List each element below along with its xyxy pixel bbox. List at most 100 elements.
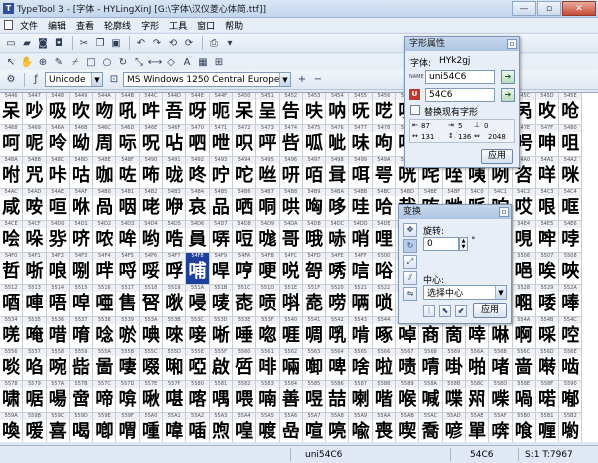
glyph-cell[interactable]: 5537 唷 [69, 317, 94, 349]
glyph-cell[interactable]: 557D 啽 [116, 381, 140, 413]
panel-title-bar[interactable]: 字形属性 ▫ [405, 37, 519, 51]
glyph-cell[interactable]: 553D 唽 [209, 317, 233, 349]
cut-icon[interactable]: ✂ [77, 36, 91, 50]
glyph-cell[interactable]: 54F1 哳 [23, 253, 47, 285]
glyph-cell[interactable]: 558B 喋 [442, 381, 466, 413]
glyph-cell[interactable]: 551E 唞 [279, 285, 303, 317]
glyph-cell[interactable]: 557A 啺 [46, 381, 70, 413]
rectangle-tool-icon[interactable]: □ [84, 55, 98, 69]
glyph-cell[interactable]: 54B1 咽 [116, 189, 140, 221]
glyph-cell[interactable]: 556C 啬 [512, 349, 536, 381]
glyph-cell[interactable]: 559F 喟 [116, 413, 140, 442]
glyph-cell[interactable]: 5589 喉 [396, 381, 420, 413]
rotate-angle-field[interactable]: 0 [423, 237, 459, 251]
glyph-cell[interactable]: 54F2 哴 [46, 253, 70, 285]
glyph-cell[interactable]: 5586 喆 [326, 381, 350, 413]
glyph-cell[interactable]: 54B2 咾 [139, 189, 164, 221]
glyph-cell[interactable]: 5540 啀 [279, 317, 303, 349]
glyph-cell[interactable]: 5450 呆 [232, 93, 257, 125]
zoom-out-icon[interactable]: − [311, 73, 325, 87]
paste-icon[interactable]: ▣ [109, 36, 123, 50]
menu-outline[interactable]: 轮廓线 [99, 19, 136, 32]
glyph-cell[interactable]: 5528 唨 [512, 285, 536, 317]
glyph-cell[interactable]: 5562 啢 [279, 349, 303, 381]
glyph-cell[interactable]: 54AE 咺 [46, 189, 70, 221]
glyph-name-field[interactable]: uni54C6 [425, 70, 495, 84]
glyph-cell[interactable]: 5565 啥 [349, 349, 373, 381]
mirror-transform-icon[interactable]: ⇋ [403, 287, 417, 301]
glyph-cell[interactable]: 55AB 喫 [396, 413, 420, 442]
glyph-cell[interactable]: 555C 啜 [139, 349, 164, 381]
glyph-cell[interactable]: 54B3 咿 [163, 189, 187, 221]
glyph-cell[interactable]: 54E5 哰 [535, 221, 560, 253]
glyph-cell[interactable]: 544E 呀 [186, 93, 210, 125]
menu-file[interactable]: 文件 [15, 19, 43, 32]
glyph-cell[interactable]: 55A8 喨 [326, 413, 350, 442]
glyph-cell[interactable]: 55AC 喬 [419, 413, 443, 442]
glyph-cell[interactable]: 551B 唛 [209, 285, 233, 317]
glyph-cell[interactable]: 5561 啡 [256, 349, 280, 381]
glyph-cell[interactable]: 5476 呲 [326, 125, 350, 157]
knife-tool-icon[interactable]: ⌿ [68, 55, 82, 69]
menu-help[interactable]: 帮助 [220, 19, 248, 32]
glyph-cell[interactable]: 54D4 哟 [139, 221, 164, 253]
glyph-cell[interactable]: 54E4 哯 [512, 221, 536, 253]
glyph-cell[interactable]: 5543 啃 [349, 317, 373, 349]
glyph-cell[interactable]: 548E 咖 [93, 157, 117, 189]
glyph-cell[interactable]: 55B2 喲 [559, 413, 583, 442]
glyph-cell[interactable]: 54F3 哵 [69, 253, 94, 285]
glyph-cell[interactable]: 5447 吵 [23, 93, 47, 125]
glyph-cell[interactable]: 5539 唹 [116, 317, 140, 349]
glyph-cell[interactable]: 548D 咕 [69, 157, 94, 189]
print-icon[interactable]: ⎙ [207, 36, 221, 50]
glyph-cell[interactable]: 556D 啭 [535, 349, 560, 381]
glyph-cell[interactable]: 5534 唴 [0, 317, 24, 349]
glyph-cell[interactable]: 557B 啻 [69, 381, 94, 413]
rotate-tool-icon[interactable]: ↻ [116, 55, 130, 69]
glyph-cell[interactable]: 5585 喅 [302, 381, 327, 413]
glyph-cell[interactable]: 5520 唠 [326, 285, 350, 317]
glyph-cell[interactable]: 55AF 喯 [489, 413, 513, 442]
glyph-cell[interactable]: 546A 呤 [46, 125, 70, 157]
glyph-cell[interactable]: 54CE 哙 [0, 221, 24, 253]
history-icon[interactable]: ⟲ [166, 36, 180, 50]
rotate-transform-icon[interactable]: ↻ [403, 239, 417, 253]
glyph-cell[interactable]: 5474 呰 [279, 125, 303, 157]
glyph-cell[interactable]: 54FD 哿 [302, 253, 327, 285]
glyph-cell[interactable]: 557F 啿 [163, 381, 187, 413]
glyph-cell[interactable]: 54DC 哧 [326, 221, 350, 253]
glyph-cell[interactable]: 54BC 哈 [372, 189, 397, 221]
glyph-cell[interactable]: 5472 呮 [232, 125, 257, 157]
glyph-cell[interactable]: 5499 咡 [349, 157, 373, 189]
glyph-cell[interactable]: 5560 啠 [232, 349, 257, 381]
glyph-cell[interactable]: 551C 唜 [232, 285, 257, 317]
glyph-cell[interactable]: 5566 啦 [372, 349, 397, 381]
glyph-cell[interactable]: 544C 吽 [139, 93, 164, 125]
glyph-cell[interactable]: 5563 啣 [302, 349, 327, 381]
unicode-select[interactable]: Unicode ▼ [45, 72, 103, 87]
glyph-cell[interactable]: 54D3 哞 [116, 221, 140, 253]
glyph-cell[interactable]: 54B5 品 [209, 189, 233, 221]
glyph-cell[interactable]: 558D 喍 [489, 381, 513, 413]
glyph-cell[interactable]: 54B7 哃 [256, 189, 280, 221]
glyph-cell[interactable]: 558E 喎 [512, 381, 536, 413]
glyph-cell[interactable]: 544F 呃 [209, 93, 233, 125]
glyph-cell[interactable]: 5495 咝 [256, 157, 280, 189]
new-icon[interactable]: ▭ [4, 36, 18, 50]
glyph-cell[interactable]: 54B8 哄 [279, 189, 303, 221]
glyph-cell[interactable]: 54D6 員 [186, 221, 210, 253]
glyph-cell[interactable]: 5506 唈 [512, 253, 536, 285]
zoom-tool-icon[interactable]: ⊕ [36, 55, 50, 69]
glyph-cell[interactable]: 5456 呓 [372, 93, 397, 125]
dropdown-arrow-icon[interactable]: ▾ [223, 36, 237, 50]
glyph-cell[interactable]: 546C 周 [93, 125, 117, 157]
glyph-cell[interactable]: 54F0 哲 [0, 253, 24, 285]
glyph-cell[interactable]: 5454 呐 [326, 93, 350, 125]
glyph-cell[interactable]: 5536 唶 [46, 317, 70, 349]
glyph-cell[interactable]: 5494 咜 [232, 157, 257, 189]
glyph-cell[interactable]: 55A7 喧 [302, 413, 327, 442]
menu-glyph[interactable]: 字形 [136, 19, 164, 32]
glyph-cell[interactable]: 5581 喁 [209, 381, 233, 413]
glyph-cell[interactable]: 5473 呯 [256, 125, 280, 157]
glyph-cell[interactable]: 54D9 哤 [256, 221, 280, 253]
